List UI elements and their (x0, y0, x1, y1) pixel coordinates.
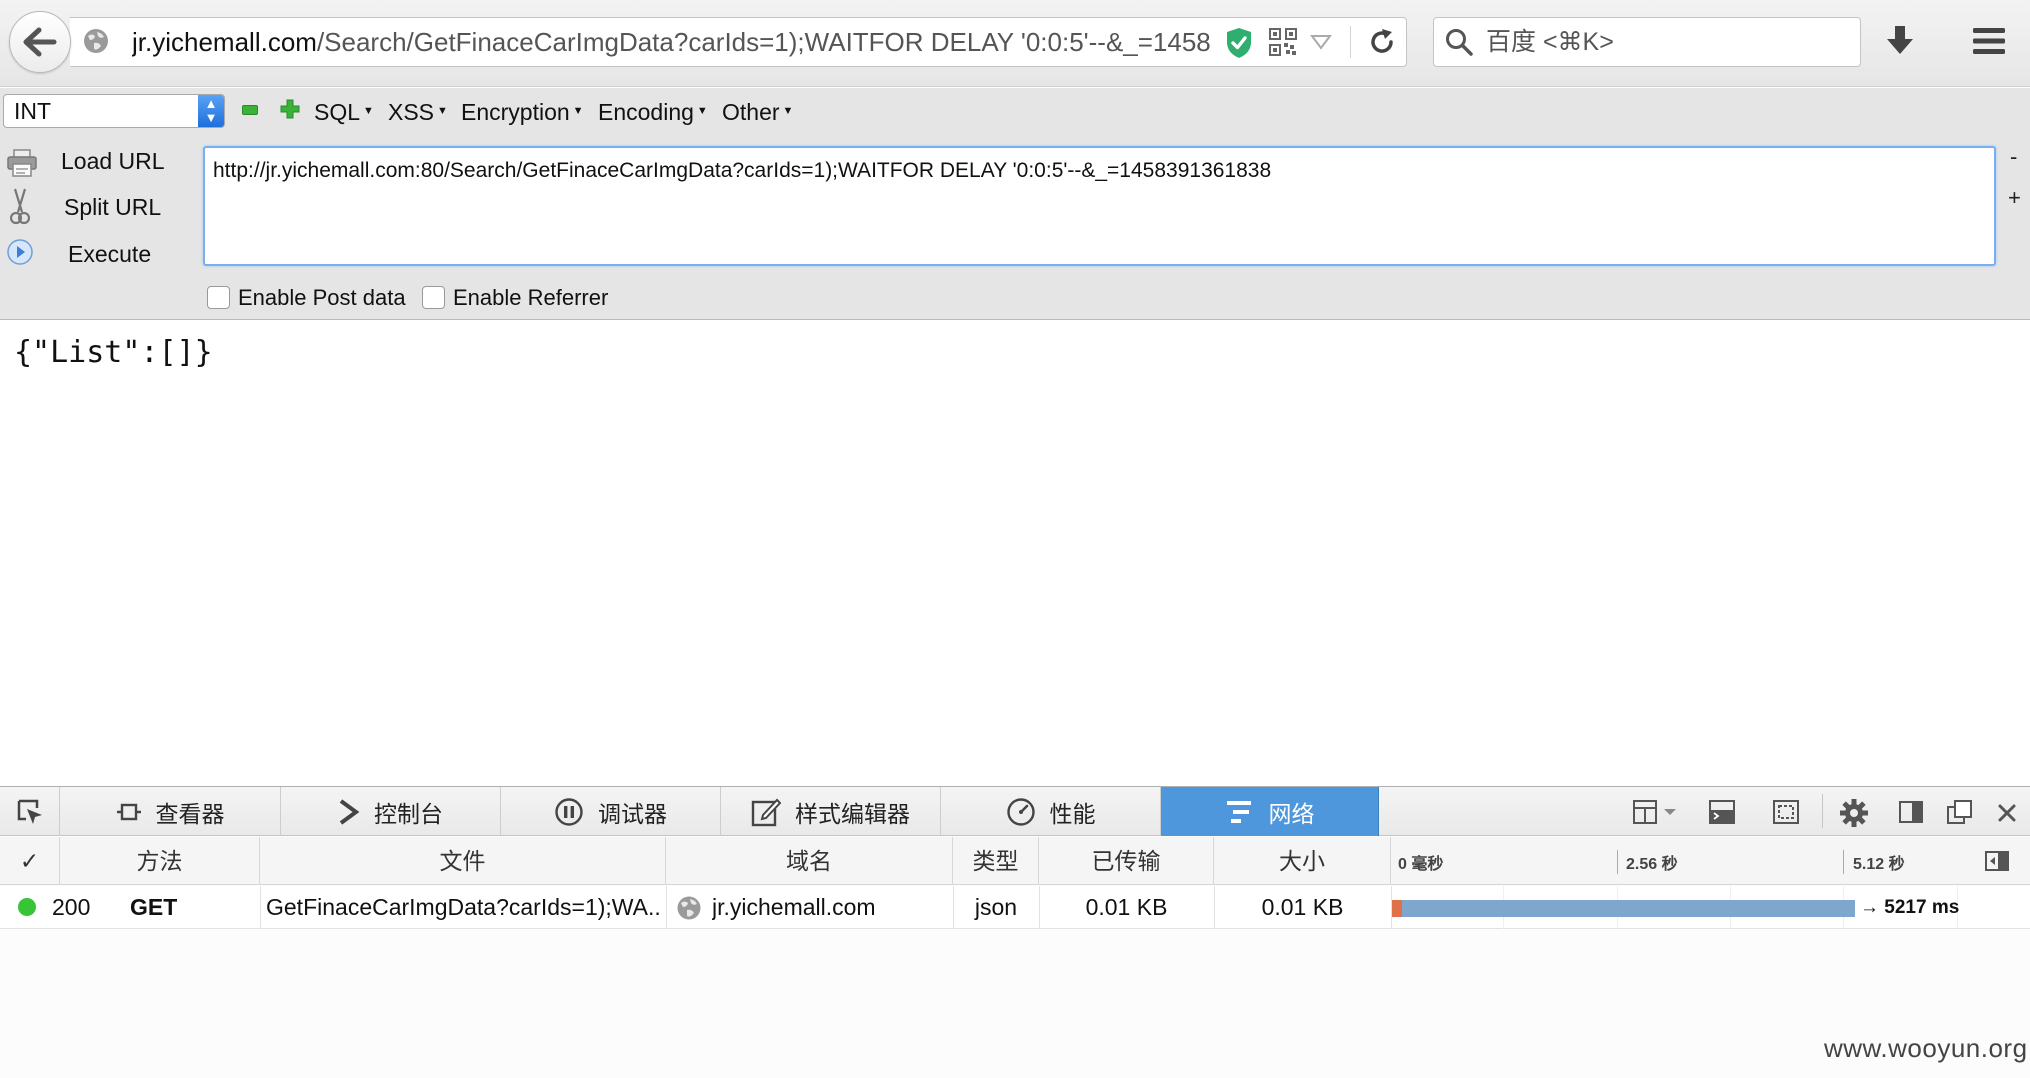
grow-textarea-button[interactable]: + (2008, 186, 2021, 210)
url-text[interactable]: jr.yichemall.com/Search/GetFinaceCarImgD… (132, 22, 1212, 62)
printer-icon[interactable] (7, 149, 37, 182)
encryption-menu[interactable]: Encryption ▼ (461, 94, 584, 129)
dock-side-icon[interactable] (1898, 798, 1924, 831)
scissors-icon[interactable] (9, 188, 31, 231)
download-icon[interactable] (1885, 24, 1915, 63)
column-method[interactable]: 方法 (60, 837, 260, 885)
request-domain: jr.yichemall.com (712, 894, 876, 920)
network-waterfall-icon (1226, 800, 1251, 823)
shrink-textarea-button[interactable]: - (2010, 145, 2017, 169)
watermark: www.wooyun.org (1824, 1033, 2028, 1063)
split-console-icon[interactable] (1632, 798, 1680, 831)
request-duration: → 5217 ms (1860, 897, 1960, 918)
encoding-menu[interactable]: Encoding ▼ (598, 94, 708, 129)
toolbar-divider (1822, 794, 1823, 828)
dropdown-caret-icon: ▼ (572, 105, 584, 117)
request-size: 0.01 KB (1261, 894, 1344, 920)
split-url-button[interactable]: Split URL (64, 192, 161, 222)
console-chevron-icon (339, 798, 360, 825)
enable-post-checkbox[interactable] (207, 286, 230, 309)
site-identity-globe-icon[interactable] (82, 27, 110, 60)
increase-button[interactable] (279, 98, 301, 120)
tab-inspector[interactable]: 查看器 (60, 787, 281, 836)
cell-divider (666, 886, 667, 929)
responsive-design-icon[interactable] (1772, 798, 1800, 831)
hamburger-menu-icon[interactable] (1972, 26, 2006, 61)
enable-referrer-label[interactable]: Enable Referrer (453, 283, 608, 313)
column-type[interactable]: 类型 (953, 837, 1039, 885)
dropdown-caret-icon: ▼ (696, 105, 708, 117)
dropdown-caret-icon: ▼ (437, 105, 448, 117)
shield-check-icon[interactable] (1225, 27, 1253, 64)
play-icon[interactable] (6, 238, 34, 271)
json-response: {"List":[]} (14, 335, 213, 370)
tab-style-editor[interactable]: 样式编辑器 (721, 787, 941, 836)
status-ok-indicator (18, 898, 36, 916)
tab-console[interactable]: 控制台 (281, 787, 501, 836)
timeline-tick: 2.56 秒 (1626, 856, 1678, 873)
element-picker-button[interactable] (0, 787, 60, 836)
url-domain: jr.yichemall.com (132, 27, 317, 57)
column-size[interactable]: 大小 (1214, 837, 1391, 885)
timing-waiting-bar (1392, 900, 1855, 917)
other-menu[interactable]: Other ▼ (722, 94, 793, 129)
timing-connecting-bar (1392, 900, 1402, 917)
timeline-tick: 5.12 秒 (1853, 856, 1905, 873)
xss-menu[interactable]: XSS ▼ (388, 94, 448, 129)
request-type: json (974, 894, 1018, 920)
collapse-sidebar-icon[interactable] (1984, 849, 2010, 878)
timeline-tick-line (1843, 850, 1844, 874)
request-method: GET (130, 894, 178, 920)
back-button[interactable] (9, 11, 71, 73)
dropdown-caret-icon: ▼ (782, 105, 794, 117)
chevron-down-icon[interactable] (1310, 34, 1332, 55)
request-status: 200 (52, 894, 91, 920)
select-stepper-icon[interactable]: ▲ ▼ (198, 95, 224, 127)
cell-divider (260, 886, 261, 929)
request-file: GetFinaceCarImgData?carIds=1);WA... (266, 894, 662, 920)
url-textarea[interactable]: http://jr.yichemall.com:80/Search/GetFin… (203, 146, 1996, 266)
globe-icon (676, 895, 702, 926)
column-check[interactable]: ✓ (0, 837, 60, 885)
reload-icon[interactable] (1368, 28, 1396, 61)
url-path: /Search/GetFinaceCarImgData?carIds=1);WA… (316, 27, 1212, 57)
column-transferred[interactable]: 已传输 (1039, 837, 1214, 885)
timeline-tick-line (1617, 850, 1618, 874)
qr-code-icon[interactable] (1269, 28, 1297, 61)
request-transferred: 0.01 KB (1085, 894, 1168, 920)
gauge-icon (1006, 797, 1035, 826)
enable-post-label[interactable]: Enable Post data (238, 283, 406, 313)
dropdown-caret-icon: ▼ (363, 105, 374, 117)
plus-icon (280, 99, 300, 119)
tab-performance[interactable]: 性能 (941, 787, 1161, 836)
close-icon[interactable] (1995, 798, 2019, 831)
search-icon (1444, 27, 1474, 62)
enable-referrer-checkbox[interactable] (422, 286, 445, 309)
sql-menu[interactable]: SQL ▼ (314, 94, 374, 129)
undock-window-icon[interactable] (1946, 798, 1974, 831)
load-url-button[interactable]: Load URL (61, 146, 165, 176)
gear-icon[interactable] (1839, 798, 1869, 833)
inspector-icon (116, 803, 141, 820)
tab-debugger[interactable]: 调试器 (501, 787, 721, 836)
scratchpad-icon[interactable] (1708, 798, 1736, 831)
execute-button[interactable]: Execute (68, 239, 151, 269)
search-placeholder: 百度 <⌘K> (1486, 28, 1614, 56)
timeline-tick: 0 毫秒 (1398, 856, 1444, 873)
decrease-button[interactable] (242, 105, 258, 115)
column-file[interactable]: 文件 (260, 837, 666, 885)
style-editor-pencil-icon (751, 798, 781, 826)
back-arrow-icon (23, 27, 57, 57)
pause-icon (555, 797, 583, 826)
column-domain[interactable]: 域名 (666, 837, 953, 885)
tab-network[interactable]: 网络 (1161, 787, 1379, 836)
element-picker-icon (17, 799, 42, 824)
type-select-value: INT (14, 98, 52, 124)
url-bar-divider (1350, 26, 1351, 58)
